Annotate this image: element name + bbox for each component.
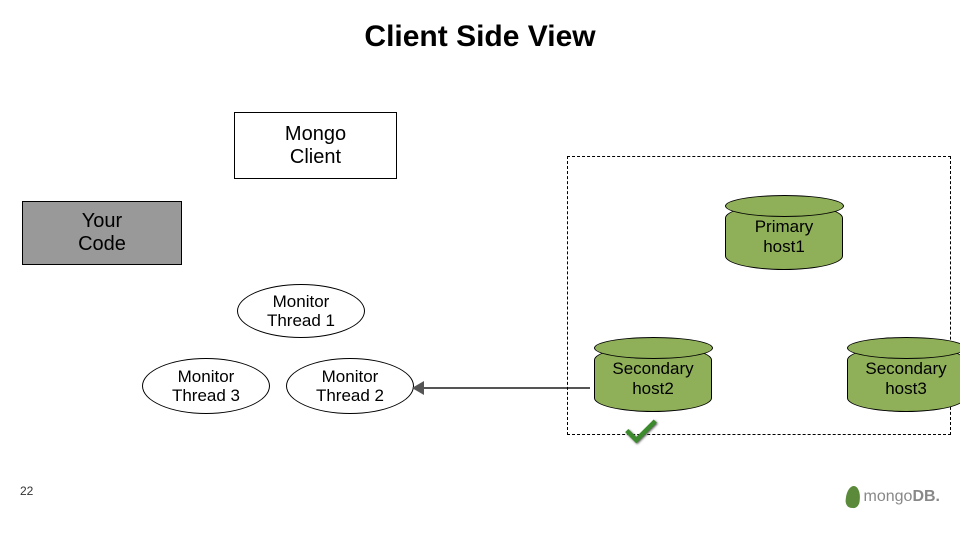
- logo-text-2: DB.: [912, 488, 940, 506]
- monitor-thread-2-label: Monitor Thread 2: [316, 368, 384, 405]
- mongodb-logo: mongoDB.: [846, 486, 940, 508]
- page-number: 22: [20, 484, 33, 498]
- secondary-host3-cylinder: Secondary host3: [847, 346, 960, 412]
- page-title: Client Side View: [0, 20, 960, 54]
- monitor-thread-1: Monitor Thread 1: [237, 284, 365, 338]
- your-code-label: Your Code: [78, 210, 126, 256]
- monitor-thread-3-label: Monitor Thread 3: [172, 368, 240, 405]
- arrow-line: [420, 387, 590, 389]
- primary-host-cylinder: Primary host1: [725, 204, 843, 270]
- secondary-host2-cylinder: Secondary host2: [594, 346, 712, 412]
- monitor-thread-2: Monitor Thread 2: [286, 358, 414, 414]
- checkmark-icon: [622, 410, 660, 453]
- monitor-thread-1-label: Monitor Thread 1: [267, 293, 335, 330]
- secondary-host2-label: Secondary host2: [612, 359, 693, 398]
- mongo-client-box: Mongo Client: [234, 112, 397, 179]
- leaf-icon: [844, 485, 860, 508]
- arrow-head-icon: [412, 381, 424, 395]
- mongo-client-label: Mongo Client: [285, 123, 346, 169]
- slide: Client Side View Mongo Client Your Code …: [0, 0, 960, 540]
- secondary-host3-label: Secondary host3: [865, 359, 946, 398]
- logo-text-1: mongo: [864, 488, 913, 506]
- monitor-thread-3: Monitor Thread 3: [142, 358, 270, 414]
- your-code-box: Your Code: [22, 201, 182, 265]
- primary-host-label: Primary host1: [755, 217, 814, 256]
